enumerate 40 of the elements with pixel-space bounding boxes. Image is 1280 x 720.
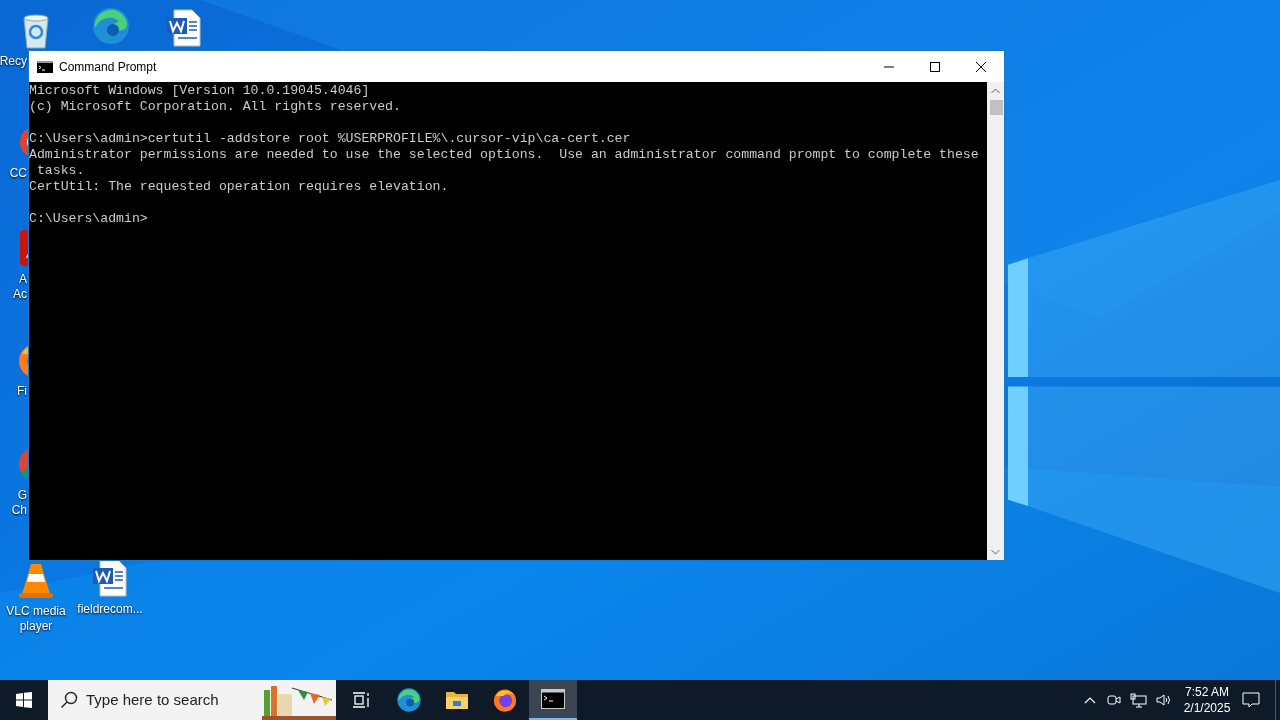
console-line: Microsoft Windows [Version 10.0.19045.4046] [29, 83, 370, 99]
scroll-down-icon [991, 549, 1000, 555]
taskbar-app-button[interactable] [529, 680, 577, 720]
search-icon [60, 691, 78, 709]
console-line: tasks. [35, 163, 85, 179]
desktop-icon-label[interactable]: CC [9, 166, 27, 181]
notifications-icon[interactable] [1242, 691, 1260, 709]
terminal-icon [541, 689, 565, 709]
console-line: C:\Users\admin> [29, 211, 148, 227]
camera-icon[interactable] [1106, 692, 1122, 708]
clock[interactable]: 7:52 AM 2/1/2025 [1182, 684, 1232, 716]
console-line: C:\Users\admin>certutil -addstore root %USERPROFILE%\.cursor-vip\ca-cert.cer [29, 131, 631, 147]
desktop-icon-label[interactable]: A Ac [13, 272, 27, 302]
maximize-icon [930, 61, 940, 72]
scroll-up-icon [991, 88, 1000, 94]
desktop-icon-label[interactable]: fieldrecom... [77, 602, 143, 617]
close-icon [976, 61, 986, 72]
desktop-icon-label[interactable]: G Ch [11, 488, 27, 518]
desktop-icon-label[interactable]: Recy [0, 54, 27, 69]
edge-icon [91, 6, 131, 46]
window-title: Command Prompt [59, 58, 157, 76]
firefox-icon [492, 687, 518, 713]
scrollbar-thumb[interactable] [990, 100, 1003, 115]
edge-icon [396, 687, 422, 713]
windows-logo-icon [16, 692, 32, 708]
word-document-icon [90, 558, 130, 598]
network-icon[interactable] [1130, 692, 1147, 708]
console-line: (c) Microsoft Corporation. All rights reserved. [29, 99, 401, 115]
desktop-icon-label[interactable]: Fi [17, 384, 27, 399]
desktop-icon-label[interactable]: VLC media player [6, 604, 66, 634]
search-field[interactable]: Type here to search [48, 680, 336, 720]
chevron-up-icon[interactable] [1084, 696, 1096, 704]
word-document-icon [164, 8, 204, 48]
volume-icon[interactable] [1155, 692, 1172, 708]
search-input[interactable]: Type here to search [86, 688, 256, 712]
scrollbar[interactable] [987, 82, 1004, 560]
console-line: CertUtil: The requested operation requires elevation. [29, 179, 449, 195]
task-view-icon [351, 690, 371, 710]
terminal-icon [37, 60, 53, 73]
console-line: Administrator permissions are needed to use the selected options. Use an administrator command prompt to complete these [29, 147, 979, 163]
